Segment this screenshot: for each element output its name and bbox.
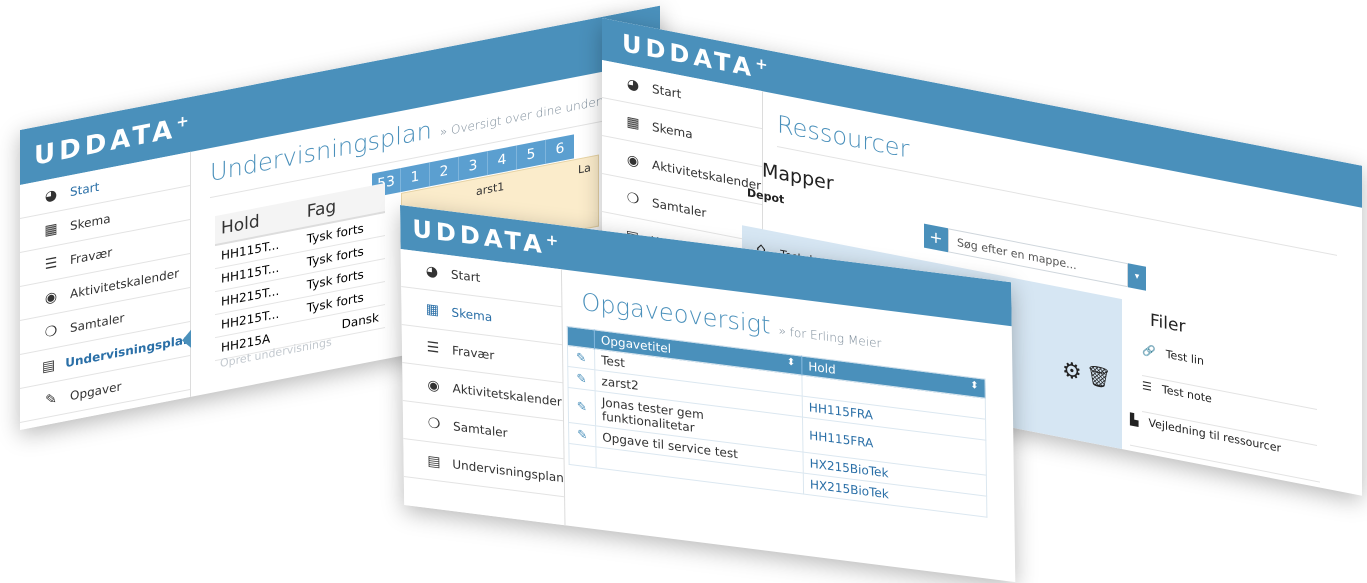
calendar-icon: ▦: [425, 300, 440, 319]
list-icon: ☰: [44, 254, 58, 273]
eye-icon: ◉: [44, 288, 58, 307]
chat-icon: ❍: [626, 189, 640, 208]
file-icon: ▙: [1130, 412, 1139, 428]
sidebar: ◕ Start ▦ Skema ☰ Fravær ◉ Aktivitetskalende…: [400, 248, 566, 526]
list-icon: ☰: [1142, 378, 1152, 394]
eye-icon: ◉: [427, 376, 440, 395]
task-table: Opgavetitel ⬍ Hold ⬍ ✎ Test ✎ zarst2 HH115…: [566, 325, 988, 518]
sort-icon[interactable]: ⬍: [787, 357, 796, 369]
eye-icon: ◉: [626, 151, 640, 170]
dashboard-icon: ◕: [626, 75, 640, 94]
calendar-icon: ▦: [626, 113, 640, 132]
filer-heading: Filer: [1150, 310, 1186, 338]
link-icon: 🔗: [1142, 342, 1156, 359]
grid-entry[interactable]: arst1: [476, 180, 504, 199]
pencil-icon: ✎: [45, 390, 57, 409]
settings-icon[interactable]: ⚙: [1062, 357, 1082, 386]
mapper-heading: Mapper: [762, 159, 834, 196]
dashboard-icon: ◕: [425, 262, 439, 281]
page-title: Ressourcer: [777, 110, 910, 164]
chat-icon: ❍: [427, 414, 441, 433]
grid-entry[interactable]: La: [578, 161, 591, 177]
calendar-icon: ▦: [44, 220, 58, 239]
active-indicator-icon: [182, 329, 191, 350]
plan-table: Hold Fag HH115T... Tysk forts HH115T... Ty…: [215, 183, 385, 361]
chat-icon: ❍: [44, 322, 58, 341]
trash-icon[interactable]: 🗑: [1086, 362, 1111, 391]
list-icon: ☰: [426, 338, 440, 357]
folder-dropdown-button[interactable]: ▾: [1128, 263, 1146, 291]
edit-cell: [568, 443, 597, 468]
dashboard-icon: ◕: [44, 186, 58, 205]
sidebar: ◕ Start ▦ Skema ☰ Fravær ◉ Aktivitetskalende…: [20, 151, 192, 430]
page-subtitle: » for Erling Meier: [778, 323, 882, 351]
plan-icon: ▤: [42, 356, 56, 376]
add-folder-button[interactable]: +: [924, 223, 948, 253]
plan-icon: ▤: [427, 452, 441, 471]
sort-icon[interactable]: ⬍: [970, 380, 979, 392]
edit-icon[interactable]: ✎: [568, 387, 596, 426]
